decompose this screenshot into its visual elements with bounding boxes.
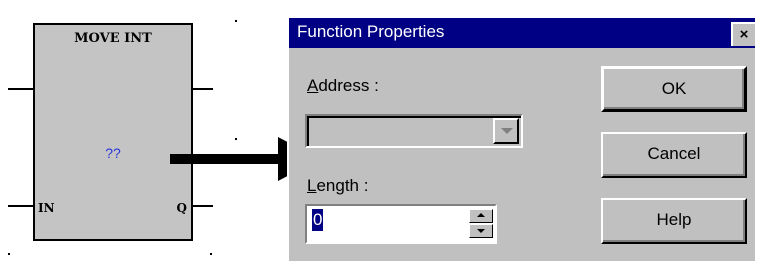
address-dropdown-button[interactable] [493,118,519,144]
grid-dot [235,20,237,22]
address-label-text: ddress : [318,76,379,95]
right-top-wire [193,88,213,90]
help-button-label: Help [656,210,692,229]
cancel-button-label: Cancel [647,144,701,163]
q-wire [193,205,213,207]
dialog-titlebar[interactable]: Function Properties × [289,18,755,48]
ok-button[interactable]: OK [601,66,747,112]
spin-down-icon [477,229,485,233]
length-field[interactable]: 0 [305,204,497,244]
ok-button-label: OK [661,79,687,98]
block-title: MOVE INT [74,31,152,46]
help-button[interactable]: Help [601,198,747,244]
length-label-text: ength : [316,176,369,195]
close-button[interactable]: × [731,22,755,46]
length-value: 0 [312,209,324,231]
grid-dot [8,253,10,255]
spin-up-icon [477,213,485,217]
dialog-title: Function Properties [297,22,445,41]
cancel-button[interactable]: Cancel [601,132,747,178]
grid-dot [210,253,212,255]
address-access-key: A [307,76,319,95]
length-label: Length : [307,176,368,196]
input-pin-label: IN [38,201,55,215]
chevron-down-icon [501,128,513,134]
address-label: Address : [307,76,379,96]
left-top-wire [8,88,33,90]
address-combobox[interactable] [305,114,523,148]
function-properties-dialog: Function Properties × Address : Length :… [287,16,755,261]
length-spin-up-button[interactable] [469,209,493,223]
in-wire [8,205,33,207]
length-spin-down-button[interactable] [469,224,493,238]
output-pin-label: Q [176,201,187,215]
